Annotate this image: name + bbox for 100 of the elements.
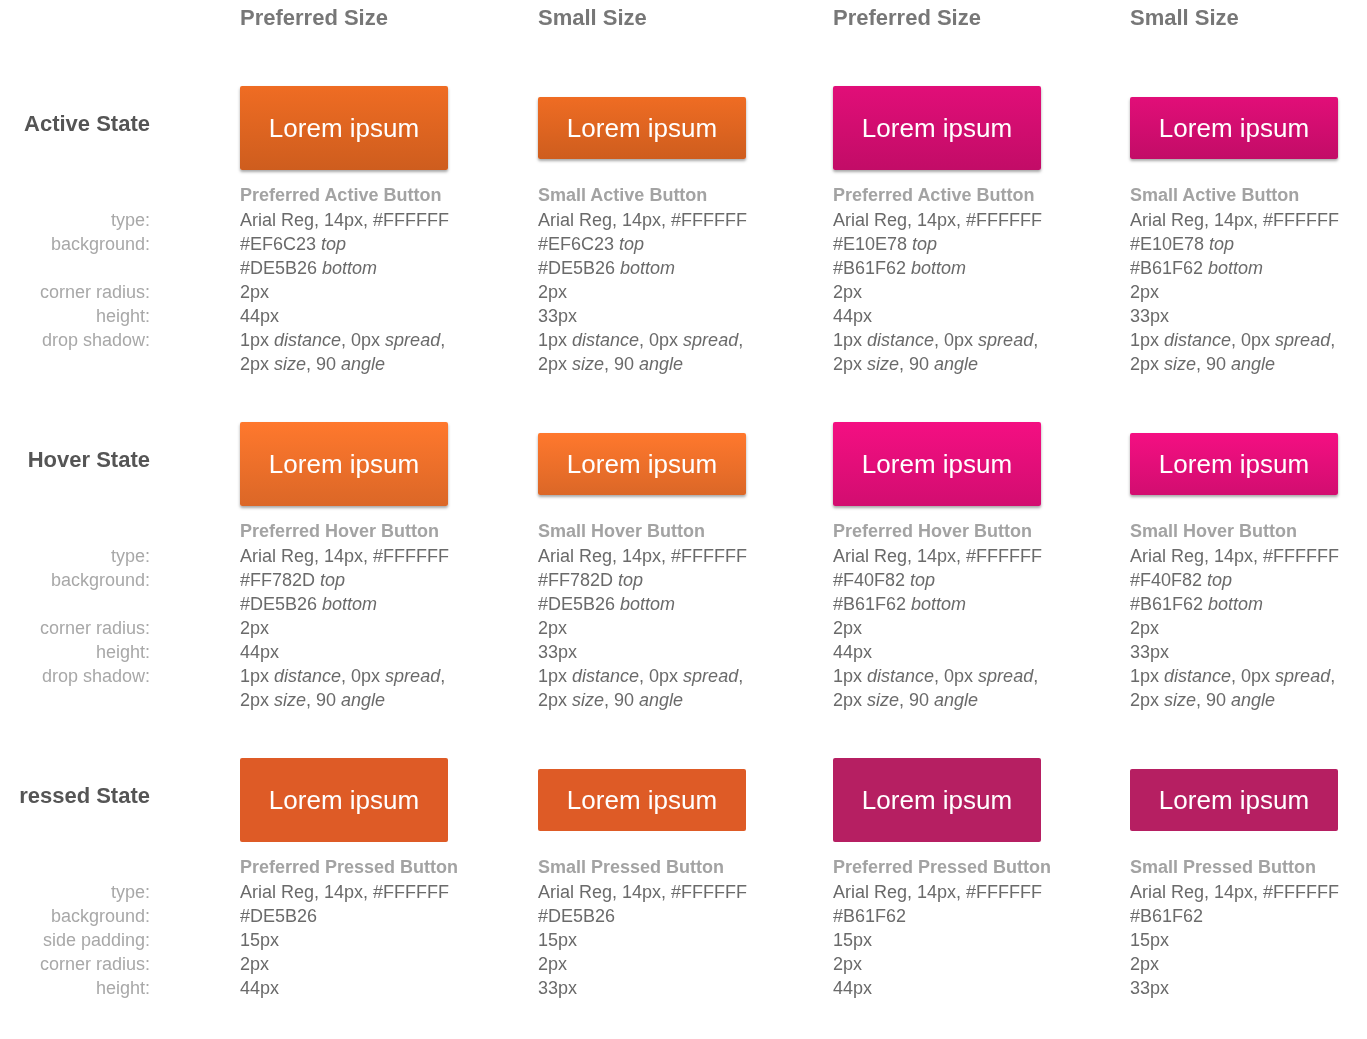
- button-title: Preferred Active Button: [240, 184, 443, 207]
- spec-text: Arial Reg, 14px, #FFFFFF: [1130, 881, 1341, 904]
- field-label: drop shadow:: [40, 665, 151, 688]
- spec-text: Arial Reg, 14px, #FFFFFF: [833, 545, 1044, 568]
- spec-text: 33px: [1130, 641, 1171, 664]
- field-label: background:: [49, 233, 151, 256]
- spec-text: Arial Reg, 14px, #FFFFFF: [538, 545, 749, 568]
- column-heading: Small Size: [538, 5, 648, 31]
- button-title: Small Hover Button: [538, 520, 707, 543]
- spec-text: #DE5B26 bottom: [538, 593, 677, 616]
- spec-text: 2px: [538, 281, 569, 304]
- sample-button[interactable]: Lorem ipsum: [833, 758, 1041, 842]
- spec-text: 1px distance, 0px spread,: [833, 329, 1040, 352]
- spec-text: Arial Reg, 14px, #FFFFFF: [240, 209, 451, 232]
- spec-text: 44px: [833, 641, 874, 664]
- spec-text: #B61F62 bottom: [1130, 257, 1265, 280]
- spec-text: 2px: [833, 281, 864, 304]
- field-label: corner radius:: [38, 953, 151, 976]
- spec-text: #DE5B26 bottom: [240, 593, 379, 616]
- spec-text: 2px size, 90 angle: [538, 353, 685, 376]
- button-title: Preferred Active Button: [833, 184, 1036, 207]
- spec-text: #B61F62: [1130, 905, 1205, 928]
- sample-button[interactable]: Lorem ipsum: [538, 97, 746, 159]
- state-label: ressed State: [18, 783, 151, 809]
- sample-button[interactable]: Lorem ipsum: [240, 422, 448, 506]
- spec-text: 1px distance, 0px spread,: [240, 329, 447, 352]
- state-label: Active State: [23, 111, 151, 137]
- spec-text: Arial Reg, 14px, #FFFFFF: [240, 881, 451, 904]
- field-label: type:: [109, 545, 151, 568]
- button-title: Small Active Button: [1130, 184, 1301, 207]
- field-label: drop shadow:: [40, 329, 151, 352]
- field-label: type:: [109, 881, 151, 904]
- spec-text: Arial Reg, 14px, #FFFFFF: [833, 881, 1044, 904]
- spec-text: Arial Reg, 14px, #FFFFFF: [833, 209, 1044, 232]
- spec-text: 2px size, 90 angle: [538, 689, 685, 712]
- spec-text: 2px: [240, 953, 271, 976]
- spec-text: 33px: [538, 305, 579, 328]
- spec-text: 1px distance, 0px spread,: [538, 665, 745, 688]
- spec-text: Arial Reg, 14px, #FFFFFF: [1130, 209, 1341, 232]
- state-label: Hover State: [26, 447, 151, 473]
- spec-text: #B61F62 bottom: [1130, 593, 1265, 616]
- spec-text: 44px: [833, 977, 874, 1000]
- field-label: side padding:: [41, 929, 151, 952]
- spec-text: 44px: [240, 305, 281, 328]
- spec-text: #E10E78 top: [1130, 233, 1236, 256]
- spec-text: Arial Reg, 14px, #FFFFFF: [538, 881, 749, 904]
- button-title: Preferred Hover Button: [833, 520, 1034, 543]
- column-heading: Small Size: [1130, 5, 1240, 31]
- sample-button[interactable]: Lorem ipsum: [538, 433, 746, 495]
- spec-text: 2px size, 90 angle: [240, 689, 387, 712]
- spec-text: 33px: [1130, 977, 1171, 1000]
- spec-text: 1px distance, 0px spread,: [240, 665, 447, 688]
- spec-text: 33px: [1130, 305, 1171, 328]
- field-label: height:: [94, 641, 151, 664]
- field-label: background:: [49, 569, 151, 592]
- spec-text: #E10E78 top: [833, 233, 939, 256]
- spec-text: 15px: [538, 929, 579, 952]
- sample-button[interactable]: Lorem ipsum: [1130, 433, 1338, 495]
- spec-text: #DE5B26 bottom: [240, 257, 379, 280]
- spec-text: 2px: [538, 617, 569, 640]
- spec-text: 2px: [833, 617, 864, 640]
- spec-text: #DE5B26 bottom: [538, 257, 677, 280]
- button-title: Small Hover Button: [1130, 520, 1299, 543]
- field-label: background:: [49, 905, 151, 928]
- sample-button[interactable]: Lorem ipsum: [1130, 769, 1338, 831]
- column-heading: Preferred Size: [833, 5, 982, 31]
- spec-text: 2px: [833, 953, 864, 976]
- spec-text: #B61F62 bottom: [833, 257, 968, 280]
- spec-text: #DE5B26: [538, 905, 617, 928]
- spec-text: 2px size, 90 angle: [833, 353, 980, 376]
- spec-text: #EF6C23 top: [240, 233, 348, 256]
- spec-text: 2px: [1130, 953, 1161, 976]
- sample-button[interactable]: Lorem ipsum: [240, 86, 448, 170]
- field-label: height:: [94, 977, 151, 1000]
- spec-text: 2px size, 90 angle: [240, 353, 387, 376]
- spec-text: #F40F82 top: [1130, 569, 1234, 592]
- sample-button[interactable]: Lorem ipsum: [833, 86, 1041, 170]
- button-title: Small Pressed Button: [1130, 856, 1318, 879]
- spec-text: 2px: [1130, 281, 1161, 304]
- sample-button[interactable]: Lorem ipsum: [538, 769, 746, 831]
- spec-text: 2px size, 90 angle: [1130, 353, 1277, 376]
- button-title: Small Pressed Button: [538, 856, 726, 879]
- spec-text: 15px: [833, 929, 874, 952]
- spec-text: Arial Reg, 14px, #FFFFFF: [538, 209, 749, 232]
- spec-text: #FF782D top: [240, 569, 347, 592]
- button-title: Small Active Button: [538, 184, 709, 207]
- spec-text: 33px: [538, 977, 579, 1000]
- spec-text: #DE5B26: [240, 905, 319, 928]
- field-label: corner radius:: [38, 617, 151, 640]
- spec-text: 2px: [240, 617, 271, 640]
- spec-text: 1px distance, 0px spread,: [1130, 665, 1337, 688]
- button-title: Preferred Hover Button: [240, 520, 441, 543]
- spec-text: 2px: [1130, 617, 1161, 640]
- spec-text: Arial Reg, 14px, #FFFFFF: [240, 545, 451, 568]
- sample-button[interactable]: Lorem ipsum: [240, 758, 448, 842]
- field-label: corner radius:: [38, 281, 151, 304]
- spec-text: Arial Reg, 14px, #FFFFFF: [1130, 545, 1341, 568]
- sample-button[interactable]: Lorem ipsum: [1130, 97, 1338, 159]
- sample-button[interactable]: Lorem ipsum: [833, 422, 1041, 506]
- spec-text: #FF782D top: [538, 569, 645, 592]
